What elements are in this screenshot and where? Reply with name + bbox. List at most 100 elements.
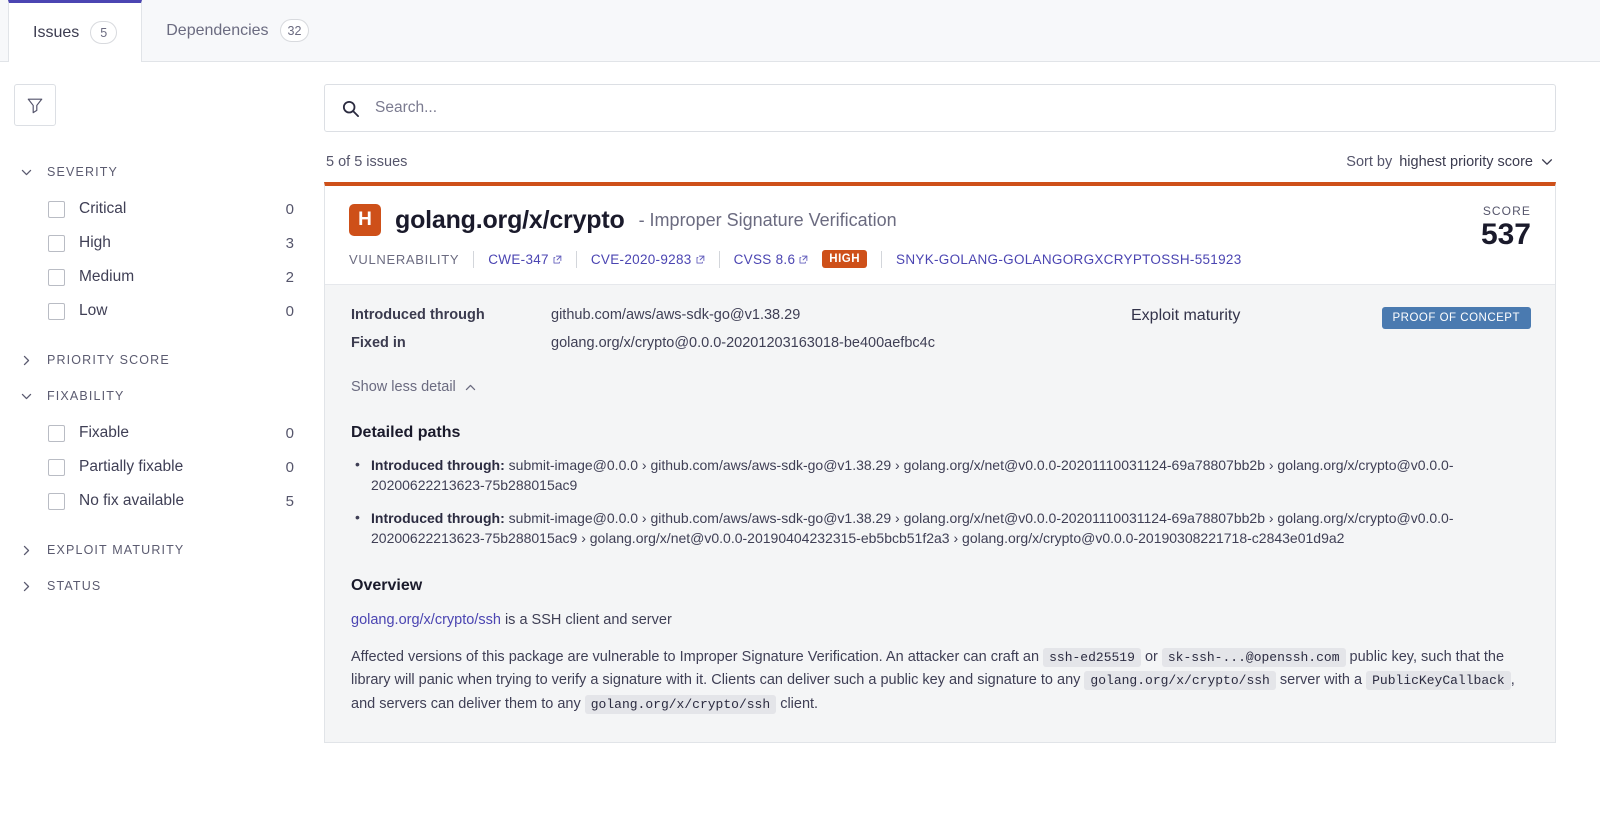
filter-count-high: 3 bbox=[285, 234, 294, 252]
filter-label-partially-fixable: Partially fixable bbox=[79, 458, 184, 475]
issue-type-label: VULNERABILITY bbox=[349, 251, 460, 267]
overview-tagline: golang.org/x/crypto/ssh is a SSH client … bbox=[351, 609, 1531, 632]
issue-title-line: H golang.org/x/crypto - Improper Signatu… bbox=[349, 204, 1455, 236]
filter-option-high[interactable]: High 3 bbox=[14, 226, 302, 260]
checkbox-fixable[interactable] bbox=[48, 424, 65, 442]
results-count: 5 of 5 issues bbox=[326, 154, 408, 170]
detailed-paths-title: Detailed paths bbox=[351, 424, 461, 441]
overview-package-link[interactable]: golang.org/x/crypto/ssh bbox=[351, 612, 501, 628]
sort-value-label: highest priority score bbox=[1399, 154, 1533, 170]
chevron-right-icon bbox=[23, 545, 30, 555]
tab-issues-label: Issues bbox=[33, 23, 80, 41]
filter-option-partially-fixable[interactable]: Partially fixable 0 bbox=[14, 450, 302, 484]
overview-title: Overview bbox=[351, 576, 423, 594]
meta-divider bbox=[473, 250, 475, 268]
introduced-through-row: Introduced through github.com/aws/aws-sd… bbox=[351, 307, 1131, 323]
issue-attributes-left: Introduced through github.com/aws/aws-sd… bbox=[351, 307, 1131, 363]
filter-option-fixable[interactable]: Fixable 0 bbox=[14, 416, 302, 450]
path-chain: submit-image@0.0.0 › github.com/aws/aws-… bbox=[371, 457, 1454, 493]
chevron-down-icon bbox=[21, 169, 32, 175]
filter-option-critical[interactable]: Critical 0 bbox=[14, 192, 302, 226]
cvss-link[interactable]: CVSS 8.6 bbox=[734, 252, 809, 267]
page-body: SEVERITY Critical 0 High 3 Medium 2 Low … bbox=[0, 62, 1600, 825]
fixed-in-row: Fixed in golang.org/x/crypto@0.0.0-20201… bbox=[351, 335, 1131, 351]
funnel-icon bbox=[27, 98, 43, 114]
exploit-maturity-label: Exploit maturity bbox=[1131, 307, 1241, 324]
filter-count-partially-fixable: 0 bbox=[285, 458, 294, 476]
fixed-in-value: golang.org/x/crypto@0.0.0-20201203163018… bbox=[551, 335, 935, 351]
detailed-paths-list: Introduced through: submit-image@0.0.0 ›… bbox=[351, 455, 1531, 549]
facet-fixability-header[interactable]: FIXABILITY bbox=[14, 380, 302, 412]
facet-severity: SEVERITY Critical 0 High 3 Medium 2 Low … bbox=[14, 156, 302, 340]
chevron-up-icon bbox=[465, 384, 475, 390]
checkbox-partially-fixable[interactable] bbox=[48, 458, 65, 476]
issue-meta-row: VULNERABILITY CWE-347 CVE-2020-9283 CVSS… bbox=[349, 250, 1455, 268]
checkbox-high[interactable] bbox=[48, 234, 65, 252]
path-chain: submit-image@0.0.0 › github.com/aws/aws-… bbox=[371, 509, 1454, 546]
tab-dependencies[interactable]: Dependencies 32 bbox=[142, 0, 333, 61]
issue-attributes: Introduced through github.com/aws/aws-sd… bbox=[351, 307, 1531, 363]
checkbox-critical[interactable] bbox=[48, 200, 65, 218]
detailed-path-item: Introduced through: submit-image@0.0.0 ›… bbox=[355, 508, 1531, 549]
sort-control[interactable]: Sort by highest priority score bbox=[1346, 154, 1554, 170]
filter-option-no-fix-available[interactable]: No fix available 5 bbox=[14, 484, 302, 518]
chevron-down-icon bbox=[1541, 159, 1553, 165]
search-input[interactable] bbox=[373, 85, 1539, 131]
desc-part-4: server with a bbox=[1275, 672, 1367, 689]
desc-part-2: or bbox=[1140, 648, 1162, 665]
meta-divider bbox=[718, 250, 720, 268]
filter-label-fixable: Fixable bbox=[79, 424, 129, 441]
tab-dependencies-label: Dependencies bbox=[166, 21, 269, 39]
facet-priority-score-header[interactable]: PRIORITY SCORE bbox=[14, 344, 302, 376]
score-label: SCORE bbox=[1482, 204, 1531, 218]
issue-card-body: Introduced through github.com/aws/aws-sd… bbox=[325, 285, 1555, 742]
detailed-path-item: Introduced through: submit-image@0.0.0 ›… bbox=[355, 455, 1531, 496]
chevron-right-icon bbox=[23, 355, 30, 365]
severity-pill: HIGH bbox=[822, 250, 868, 268]
facet-status-header[interactable]: STATUS bbox=[14, 570, 302, 602]
introduced-through-label: Introduced through bbox=[351, 307, 485, 323]
cvss-label: CVSS 8.6 bbox=[733, 251, 796, 267]
facet-priority-score-title: PRIORITY SCORE bbox=[47, 353, 170, 367]
meta-divider bbox=[575, 250, 577, 268]
issue-card: H golang.org/x/crypto - Improper Signatu… bbox=[324, 182, 1556, 744]
tab-dependencies-count: 32 bbox=[279, 19, 310, 42]
facet-fixability-items: Fixable 0 Partially fixable 0 No fix ava… bbox=[14, 412, 302, 530]
search-bar[interactable] bbox=[324, 84, 1556, 132]
filter-label-no-fix-available: No fix available bbox=[79, 492, 185, 509]
external-link-icon bbox=[553, 255, 562, 263]
facet-exploit-maturity-header[interactable]: EXPLOIT MATURITY bbox=[14, 534, 302, 566]
show-less-detail-toggle[interactable]: Show less detail bbox=[351, 379, 477, 395]
filter-option-low[interactable]: Low 0 bbox=[14, 294, 302, 328]
snyk-id-link[interactable]: SNYK-GOLANG-GOLANGORGXCRYPTOSSH-551923 bbox=[896, 252, 1242, 267]
cwe-link[interactable]: CWE-347 bbox=[488, 252, 562, 267]
filter-count-fixable: 0 bbox=[285, 424, 294, 442]
external-link-icon bbox=[696, 255, 704, 263]
filter-label-low: Low bbox=[79, 302, 108, 319]
filters-sidebar: SEVERITY Critical 0 High 3 Medium 2 Low … bbox=[0, 62, 320, 825]
desc-code-4: PublicKeyCallback bbox=[1366, 671, 1511, 691]
filter-toggle-button[interactable] bbox=[14, 84, 56, 126]
issue-package-name[interactable]: golang.org/x/crypto bbox=[395, 206, 625, 235]
tab-issues[interactable]: Issues 5 bbox=[8, 0, 143, 62]
facet-severity-items: Critical 0 High 3 Medium 2 Low 0 bbox=[14, 188, 302, 340]
filter-option-medium[interactable]: Medium 2 bbox=[14, 260, 302, 294]
desc-code-1: ssh-ed25519 bbox=[1043, 647, 1141, 667]
checkbox-medium[interactable] bbox=[48, 268, 65, 286]
filter-label-high: High bbox=[79, 234, 111, 251]
facet-status-title: STATUS bbox=[47, 579, 102, 593]
exploit-maturity-row: Exploit maturity PROOF OF CONCEPT bbox=[1131, 307, 1531, 363]
desc-part-6: client. bbox=[776, 695, 819, 712]
checkbox-no-fix-available[interactable] bbox=[48, 492, 65, 510]
filter-count-critical: 0 bbox=[285, 200, 294, 218]
filter-label-medium: Medium bbox=[79, 268, 135, 285]
checkbox-low[interactable] bbox=[48, 302, 65, 320]
tab-issues-count: 5 bbox=[90, 21, 118, 44]
facet-severity-header[interactable]: SEVERITY bbox=[14, 156, 302, 188]
overview-tagline-text: is a SSH client and server bbox=[500, 611, 672, 628]
facet-fixability-title: FIXABILITY bbox=[47, 389, 125, 403]
path-prefix: Introduced through: bbox=[371, 457, 505, 473]
cve-link[interactable]: CVE-2020-9283 bbox=[591, 252, 705, 267]
introduced-through-value: github.com/aws/aws-sdk-go@v1.38.29 bbox=[551, 307, 801, 323]
facet-severity-title: SEVERITY bbox=[47, 165, 119, 179]
